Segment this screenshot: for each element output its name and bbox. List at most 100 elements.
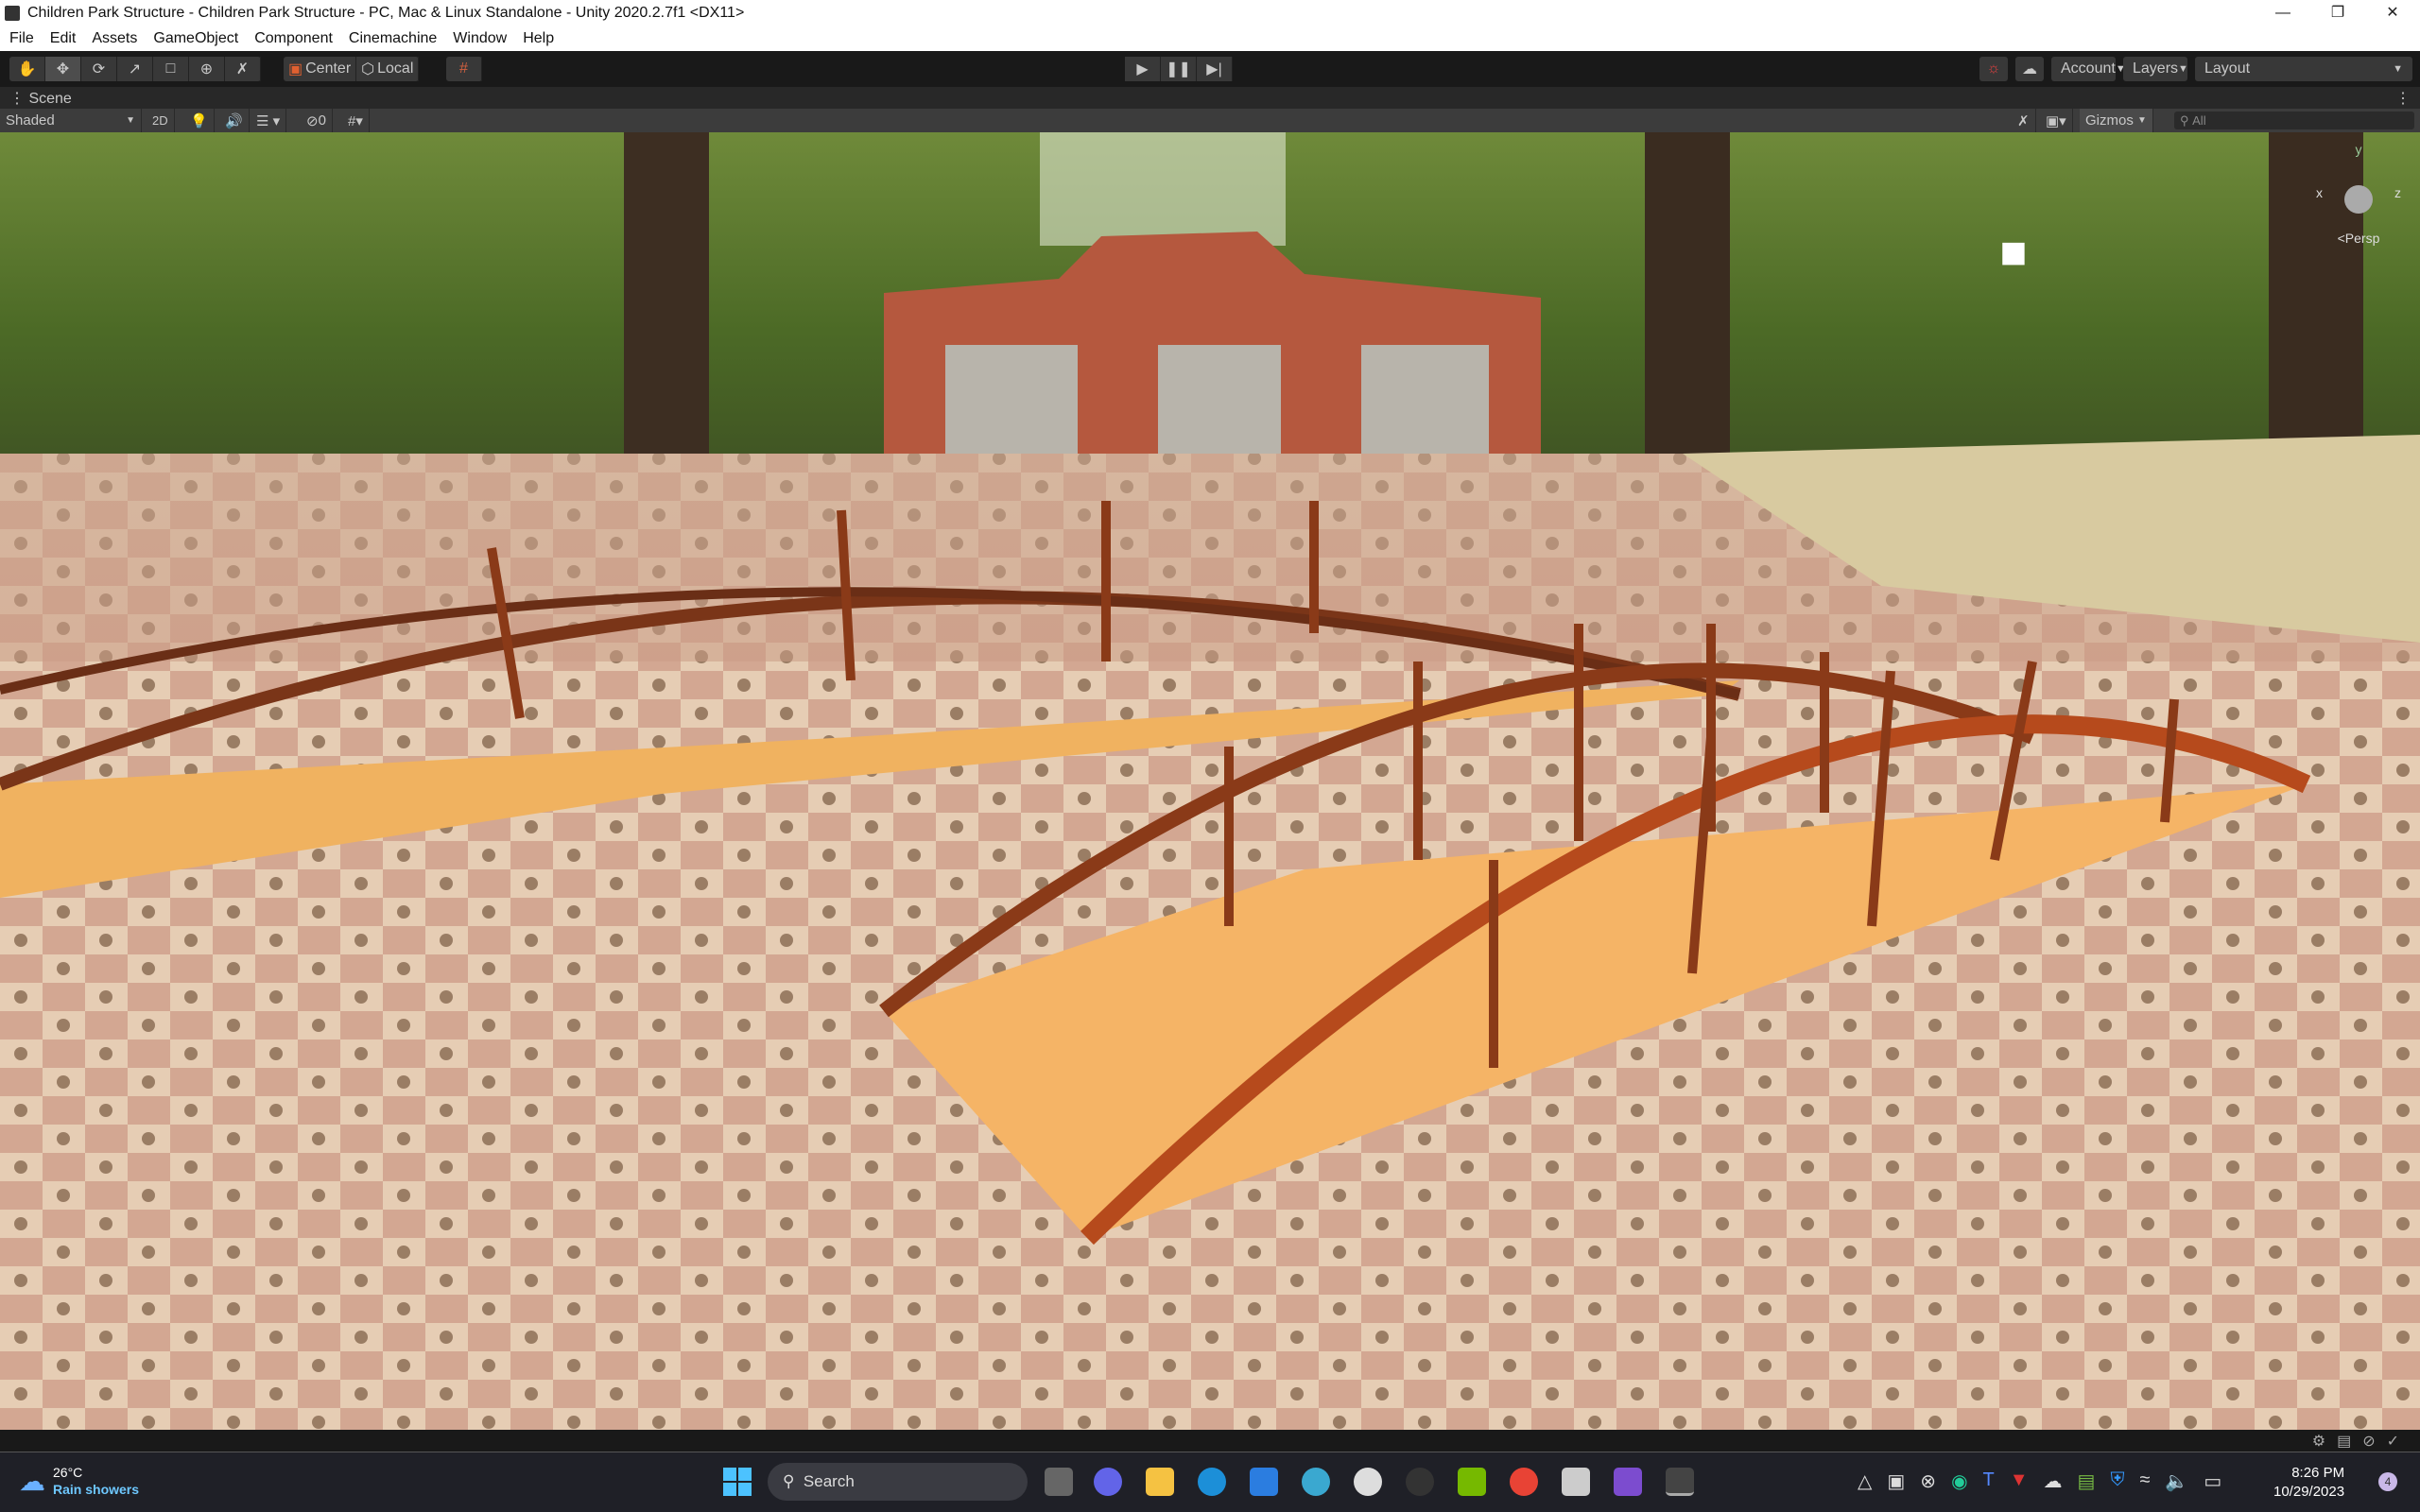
chevron-down-icon: ▼ — [2137, 115, 2147, 126]
mcafee-icon[interactable]: ▼ — [2010, 1469, 2029, 1493]
scene-viewport[interactable]: y x z <Persp ◼ — [0, 132, 2420, 1430]
teams-icon[interactable]: T — [1983, 1469, 1995, 1493]
grid-icon: ⋮ — [9, 90, 29, 107]
camera-icon[interactable]: ▣▾ — [2040, 109, 2073, 132]
effects-icon[interactable]: ☰ ▾ — [251, 109, 287, 132]
task-view-icon[interactable] — [1045, 1468, 1073, 1496]
layout-dropdown[interactable]: Layout ▼ — [2195, 57, 2412, 81]
windows-start-icon[interactable] — [723, 1468, 752, 1496]
edge-icon[interactable] — [1198, 1468, 1226, 1496]
playback-controls: ▶ ❚❚ ▶| — [1125, 57, 1233, 81]
rotate-icon[interactable]: ⟳ — [81, 57, 117, 81]
move-icon[interactable]: ✥ — [45, 57, 81, 81]
pivot-mode-label: Center — [305, 60, 352, 77]
gizmo-y-label: y — [2355, 142, 2362, 157]
chat-icon[interactable] — [1094, 1468, 1122, 1496]
search-icon: ⚲ — [2180, 112, 2193, 128]
menu-assets[interactable]: Assets — [92, 30, 137, 47]
menu-file[interactable]: File — [9, 30, 34, 47]
lighting-icon[interactable]: 💡 — [184, 109, 215, 132]
draw-mode-dropdown[interactable]: Shaded ▼ — [0, 109, 142, 132]
epic-games-icon[interactable]: ▣ — [1887, 1469, 1905, 1493]
layers-label: Layers — [2133, 60, 2179, 77]
tools-icon[interactable]: ✗ — [2012, 109, 2036, 132]
cloud-icon[interactable]: ☁ — [2015, 57, 2044, 81]
transform-icon[interactable]: ⊕ — [189, 57, 225, 81]
projection-label[interactable]: <Persp — [2316, 231, 2401, 246]
alien-app-icon[interactable] — [1354, 1468, 1382, 1496]
battery-icon[interactable]: ▭ — [2204, 1469, 2221, 1493]
system-tray: △ ▣ ⊗ ◉ T ▼ ☁ ▤ ⛨ ≈ 🔈 ▭ — [1858, 1469, 2221, 1493]
wifi-icon[interactable]: ≈ — [2139, 1469, 2150, 1493]
app-icon[interactable] — [1406, 1468, 1434, 1496]
rect-icon[interactable]: □ — [153, 57, 189, 81]
xbox-icon[interactable]: ⊗ — [1920, 1469, 1936, 1493]
volume-icon[interactable]: 🔈 — [2165, 1469, 2188, 1493]
onedrive-icon[interactable]: ☁ — [2044, 1469, 2063, 1493]
network-icon[interactable]: ⊘ — [2362, 1434, 2386, 1450]
center-icon: ▣ — [288, 61, 303, 77]
search-placeholder: All — [2192, 113, 2206, 128]
grid-toggle-icon[interactable]: #▾ — [342, 109, 370, 132]
hidden-objects-toggle[interactable]: ⊘ 0 — [301, 109, 333, 132]
notepad-icon[interactable] — [1562, 1468, 1590, 1496]
check-icon[interactable]: ✓ — [2387, 1434, 2411, 1450]
camera-gizmo-icon[interactable]: ◼ — [1999, 232, 2028, 271]
orientation-gizmo[interactable]: y x z <Persp — [2316, 142, 2401, 265]
weather-widget[interactable]: ☁ 26°C Rain showers — [19, 1464, 139, 1498]
unity-hub-icon[interactable]: △ — [1858, 1469, 1872, 1493]
minimize-icon[interactable]: — — [2256, 0, 2310, 26]
chevron-down-icon: ▼ — [2393, 63, 2403, 75]
transform-tools: ✋ ✥ ⟳ ↗ □ ⊕ ✗ — [9, 57, 261, 81]
maximize-icon[interactable]: ❐ — [2310, 0, 2365, 26]
pause-icon[interactable]: ❚❚ — [1161, 57, 1197, 81]
scene-tab[interactable]: ⋮ Scene — [9, 89, 72, 108]
menu-window[interactable]: Window — [453, 30, 507, 47]
store-icon[interactable] — [1250, 1468, 1278, 1496]
play-icon[interactable]: ▶ — [1125, 57, 1161, 81]
close-icon[interactable]: ✕ — [2365, 0, 2420, 26]
chrome-icon[interactable] — [1510, 1468, 1538, 1496]
menu-gameobject[interactable]: GameObject — [153, 30, 238, 47]
chevron-down-icon: ▼ — [2178, 63, 2188, 75]
audio-icon[interactable]: 🔊 — [219, 109, 250, 132]
menu-cinemachine[interactable]: Cinemachine — [349, 30, 437, 47]
custom-tool-icon[interactable]: ✗ — [225, 57, 261, 81]
nvidia-icon[interactable] — [1458, 1468, 1486, 1496]
clock-time: 8:26 PM — [2291, 1465, 2345, 1481]
menu-help[interactable]: Help — [523, 30, 554, 47]
scale-icon[interactable]: ↗ — [117, 57, 153, 81]
gizmo-cube[interactable] — [2344, 185, 2373, 214]
grid-snap-icon[interactable]: # — [446, 57, 482, 81]
security-warning-icon[interactable]: ⛨ — [2110, 1469, 2124, 1493]
menu-component[interactable]: Component — [254, 30, 333, 47]
tray-app2-icon[interactable]: ▤ — [2078, 1469, 2096, 1493]
bug-icon[interactable]: ⚙ — [2312, 1434, 2337, 1450]
clock[interactable]: 8:26 PM 10/29/2023 — [2273, 1464, 2344, 1502]
gizmos-label: Gizmos — [2085, 112, 2134, 129]
scene-search-input[interactable]: ⚲ All — [2174, 112, 2414, 129]
file-explorer-icon[interactable] — [1146, 1468, 1174, 1496]
collab-icon[interactable]: ☼ — [1979, 57, 2008, 81]
pivot-center-button[interactable]: ▣ Center — [284, 57, 357, 81]
more-options-icon[interactable]: ⋮ — [2395, 89, 2411, 108]
unity-taskbar-icon[interactable] — [1666, 1468, 1694, 1496]
pivot-local-button[interactable]: ⬡ Local — [356, 57, 420, 81]
title-bar: Children Park Structure - Children Park … — [0, 0, 2420, 26]
tray-app-icon[interactable]: ◉ — [1951, 1469, 1967, 1493]
2d-toggle[interactable]: 2D — [147, 109, 175, 132]
pivot-group: ▣ Center ⬡ Local — [284, 57, 420, 81]
account-dropdown[interactable]: Account ▼ — [2051, 57, 2126, 81]
browser-icon[interactable] — [1302, 1468, 1330, 1496]
notification-badge[interactable]: 4 — [2378, 1472, 2397, 1491]
step-icon[interactable]: ▶| — [1197, 57, 1233, 81]
hand-icon[interactable]: ✋ — [9, 57, 45, 81]
taskbar-search[interactable]: ⚲ Search — [768, 1463, 1028, 1501]
server-icon[interactable]: ▤ — [2337, 1434, 2362, 1450]
clipchamp-icon[interactable] — [1614, 1468, 1642, 1496]
menu-edit[interactable]: Edit — [50, 30, 77, 47]
gizmos-dropdown[interactable]: Gizmos ▼ — [2080, 109, 2153, 132]
status-icons: ⚙▤⊘✓ — [2312, 1432, 2411, 1451]
layers-dropdown[interactable]: Layers ▼ — [2123, 57, 2188, 81]
draw-mode-label: Shaded — [6, 112, 55, 129]
